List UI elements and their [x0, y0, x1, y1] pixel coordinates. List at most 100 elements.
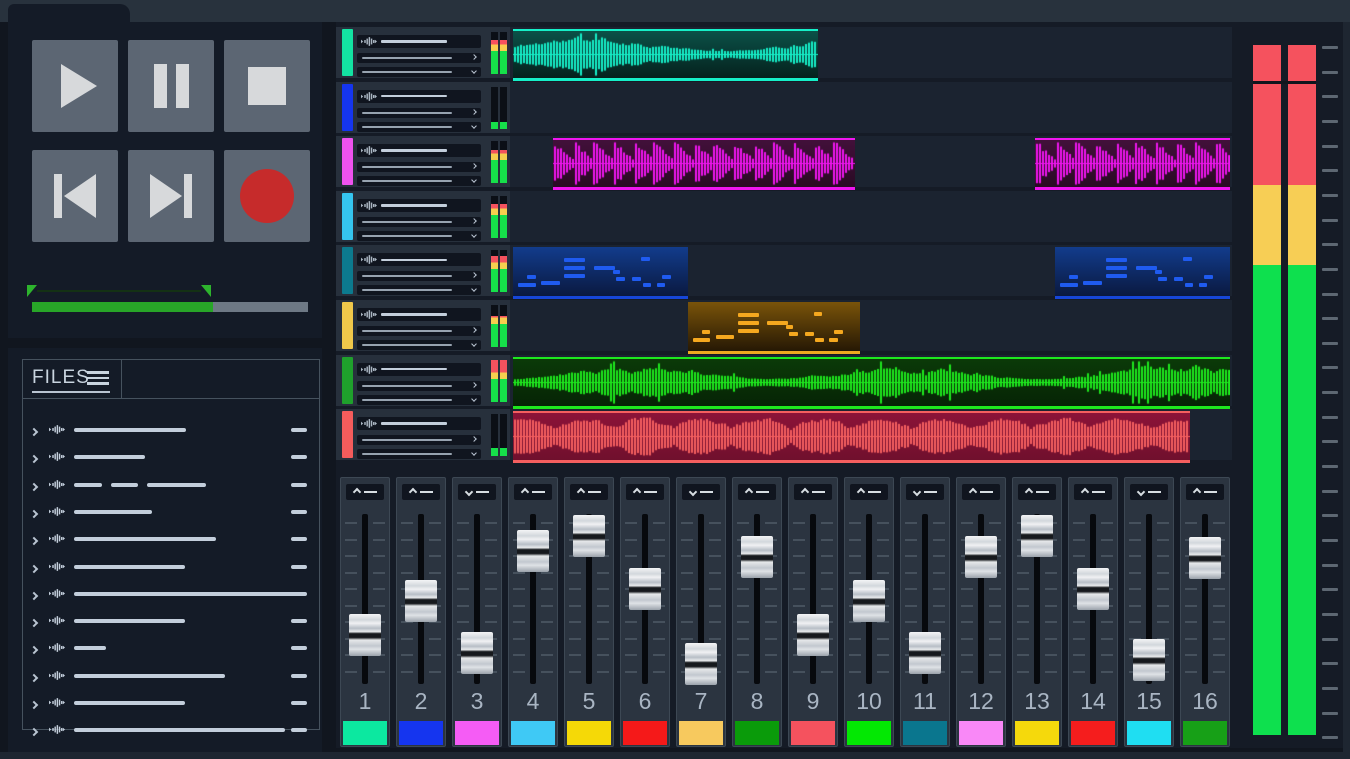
- track-input-selector[interactable]: [357, 449, 481, 459]
- fader-knob[interactable]: [629, 568, 661, 610]
- file-item[interactable]: [27, 662, 315, 689]
- channel-color-swatch[interactable]: [903, 721, 947, 745]
- track-name-field[interactable]: [357, 199, 481, 212]
- channel-color-swatch[interactable]: [511, 721, 555, 745]
- channel-color-swatch[interactable]: [343, 721, 387, 745]
- track-input-selector[interactable]: [357, 395, 481, 405]
- track-input-selector[interactable]: [357, 285, 481, 295]
- channel-color-swatch[interactable]: [623, 721, 667, 745]
- record-button[interactable]: [224, 150, 310, 242]
- next-button[interactable]: [128, 150, 214, 242]
- midi-clip[interactable]: [1055, 247, 1230, 299]
- fader-track[interactable]: [362, 514, 368, 684]
- track-name-field[interactable]: [357, 144, 481, 157]
- track-name-field[interactable]: [357, 417, 481, 430]
- file-item[interactable]: [27, 716, 315, 743]
- file-item[interactable]: [27, 553, 315, 580]
- channel-collapse-toggle[interactable]: [1130, 484, 1168, 500]
- file-item[interactable]: [27, 471, 315, 498]
- file-item[interactable]: [27, 416, 315, 443]
- midi-clip[interactable]: [513, 247, 688, 299]
- file-item[interactable]: [27, 498, 315, 525]
- track-lane[interactable]: [510, 245, 1232, 296]
- track-lane[interactable]: [510, 300, 1232, 351]
- channel-collapse-toggle[interactable]: [738, 484, 776, 500]
- file-item[interactable]: [27, 689, 315, 716]
- track-input-selector[interactable]: [357, 67, 481, 77]
- channel-collapse-toggle[interactable]: [906, 484, 944, 500]
- channel-color-swatch[interactable]: [679, 721, 723, 745]
- fader-knob[interactable]: [517, 530, 549, 572]
- fader-knob[interactable]: [349, 614, 381, 656]
- channel-collapse-toggle[interactable]: [962, 484, 1000, 500]
- track-name-field[interactable]: [357, 90, 481, 103]
- channel-color-swatch[interactable]: [1015, 721, 1059, 745]
- fader-knob[interactable]: [461, 632, 493, 674]
- fader-knob[interactable]: [405, 580, 437, 622]
- audio-clip[interactable]: [1035, 138, 1230, 190]
- channel-color-swatch[interactable]: [1127, 721, 1171, 745]
- fader-knob[interactable]: [741, 536, 773, 578]
- track-name-field[interactable]: [357, 308, 481, 321]
- file-item[interactable]: [27, 607, 315, 634]
- fader-track[interactable]: [810, 514, 816, 684]
- track-output-selector[interactable]: [357, 326, 481, 336]
- play-button[interactable]: [32, 40, 118, 132]
- fader-knob[interactable]: [853, 580, 885, 622]
- track-name-field[interactable]: [357, 253, 481, 266]
- audio-clip[interactable]: [513, 29, 818, 81]
- fader-knob[interactable]: [1077, 568, 1109, 610]
- track-input-selector[interactable]: [357, 231, 481, 241]
- channel-collapse-toggle[interactable]: [458, 484, 496, 500]
- audio-clip[interactable]: [513, 411, 1190, 463]
- track-input-selector[interactable]: [357, 340, 481, 350]
- track-lane[interactable]: [510, 409, 1232, 460]
- channel-color-swatch[interactable]: [1183, 721, 1227, 745]
- channel-collapse-toggle[interactable]: [402, 484, 440, 500]
- files-menu-icon[interactable]: [87, 371, 109, 385]
- track-output-selector[interactable]: [357, 108, 481, 118]
- channel-collapse-toggle[interactable]: [570, 484, 608, 500]
- fader-knob[interactable]: [965, 536, 997, 578]
- channel-collapse-toggle[interactable]: [1186, 484, 1224, 500]
- channel-collapse-toggle[interactable]: [626, 484, 664, 500]
- channel-collapse-toggle[interactable]: [1074, 484, 1112, 500]
- channel-color-swatch[interactable]: [1071, 721, 1115, 745]
- channel-color-swatch[interactable]: [791, 721, 835, 745]
- track-output-selector[interactable]: [357, 435, 481, 445]
- loop-end-marker[interactable]: [201, 285, 211, 297]
- track-lane[interactable]: [510, 27, 1232, 78]
- track-output-selector[interactable]: [357, 53, 481, 63]
- track-output-selector[interactable]: [357, 162, 481, 172]
- loop-start-marker[interactable]: [27, 285, 37, 297]
- fader-knob[interactable]: [1189, 537, 1221, 579]
- track-input-selector[interactable]: [357, 122, 481, 132]
- fader-knob[interactable]: [1133, 639, 1165, 681]
- channel-collapse-toggle[interactable]: [1018, 484, 1056, 500]
- channel-collapse-toggle[interactable]: [514, 484, 552, 500]
- track-lane[interactable]: [510, 82, 1232, 133]
- channel-collapse-toggle[interactable]: [346, 484, 384, 500]
- stop-button[interactable]: [224, 40, 310, 132]
- fader-knob[interactable]: [1021, 515, 1053, 557]
- track-name-field[interactable]: [357, 35, 481, 48]
- channel-collapse-toggle[interactable]: [682, 484, 720, 500]
- channel-collapse-toggle[interactable]: [794, 484, 832, 500]
- track-output-selector[interactable]: [357, 217, 481, 227]
- channel-color-swatch[interactable]: [399, 721, 443, 745]
- track-output-selector[interactable]: [357, 271, 481, 281]
- channel-color-swatch[interactable]: [847, 721, 891, 745]
- channel-color-swatch[interactable]: [959, 721, 1003, 745]
- file-item[interactable]: [27, 580, 315, 607]
- track-lane[interactable]: [510, 355, 1232, 406]
- track-output-selector[interactable]: [357, 381, 481, 391]
- progress-bar[interactable]: [32, 302, 308, 312]
- track-lane[interactable]: [510, 191, 1232, 242]
- transport-tab[interactable]: [8, 4, 130, 22]
- pause-button[interactable]: [128, 40, 214, 132]
- channel-color-swatch[interactable]: [455, 721, 499, 745]
- track-lane[interactable]: [510, 136, 1232, 187]
- track-input-selector[interactable]: [357, 176, 481, 186]
- channel-color-swatch[interactable]: [567, 721, 611, 745]
- fader-knob[interactable]: [909, 632, 941, 674]
